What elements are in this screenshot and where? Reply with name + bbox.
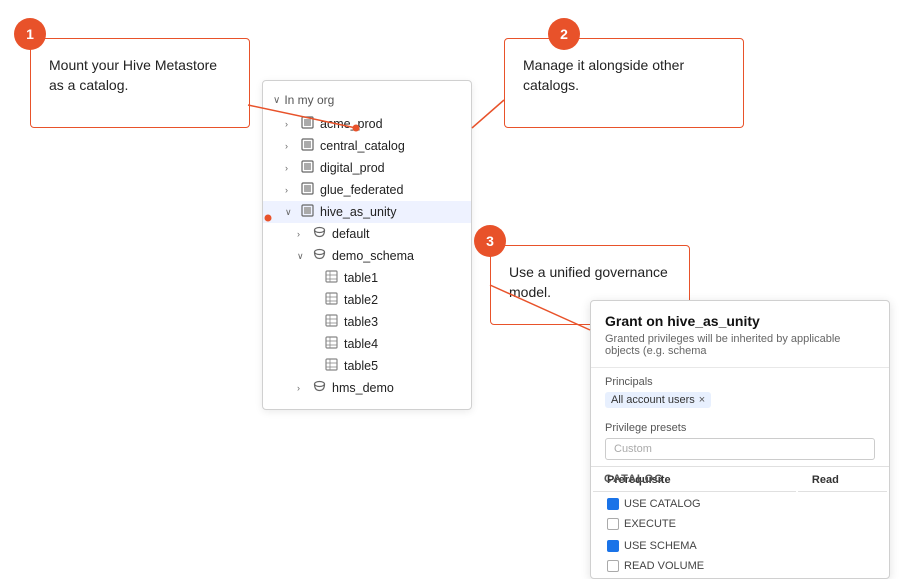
step-3-text: Use a unified governance model.: [509, 262, 671, 303]
principals-tag[interactable]: All account users ×: [605, 392, 711, 408]
tree-icon: [325, 292, 338, 308]
tree-icon: [325, 270, 338, 286]
read-cell: READ VOLUME: [593, 556, 796, 576]
prereq-label: USE CATALOG: [624, 498, 701, 510]
step-1-text: Mount your Hive Metastore as a catalog.: [49, 55, 231, 96]
tree-item-table4[interactable]: table4: [263, 333, 471, 355]
tree-icon: [301, 160, 314, 176]
principals-label: Principals: [605, 376, 875, 388]
tree-label: glue_federated: [320, 183, 403, 197]
tree-item-table5[interactable]: table5: [263, 355, 471, 377]
tree-arrow: ›: [297, 229, 309, 239]
principals-section: Principals All account users ×: [591, 368, 889, 414]
step-3-circle: 3: [474, 225, 506, 257]
tree-item-acme_prod[interactable]: › acme_prod: [263, 113, 471, 135]
tree-arrow: ∨: [297, 251, 309, 262]
tree-item-hms_demo[interactable]: › hms_demo: [263, 377, 471, 399]
tree-item-digital_prod[interactable]: › digital_prod: [263, 157, 471, 179]
tree-header: ∨ In my org: [263, 91, 471, 113]
tree-label: table3: [344, 315, 378, 329]
step-2-circle: 2: [548, 18, 580, 50]
tree-label: central_catalog: [320, 139, 405, 153]
tree-icon: [325, 358, 338, 374]
step-2-text: Manage it alongside other catalogs.: [523, 55, 725, 96]
step-1-circle: 1: [14, 18, 46, 50]
tree-icon: [313, 380, 326, 396]
read-label: READ VOLUME: [624, 560, 704, 572]
tree-icon: [301, 204, 314, 220]
tree-icon: [301, 116, 314, 132]
principals-tag-remove[interactable]: ×: [699, 394, 705, 406]
tree-arrow: ›: [285, 141, 297, 151]
tree-item-table3[interactable]: table3: [263, 311, 471, 333]
tree-label: table5: [344, 359, 378, 373]
tree-item-glue_federated[interactable]: › glue_federated: [263, 179, 471, 201]
read-label: EXECUTE: [624, 518, 676, 530]
col-read: Read: [798, 469, 887, 492]
tree-label: acme_prod: [320, 117, 383, 131]
step-1-label: 1: [26, 26, 34, 42]
tree-header-label: In my org: [284, 93, 334, 107]
tree-item-table2[interactable]: table2: [263, 289, 471, 311]
tree-icon: [301, 182, 314, 198]
tree-item-hive_as_unity[interactable]: ∨ hive_as_unity: [263, 201, 471, 223]
tree-arrow: ∨: [285, 207, 297, 218]
privilege-section: Privilege presets Custom: [591, 414, 889, 466]
tree-arrow: ›: [297, 383, 309, 393]
tree-arrow: ›: [285, 185, 297, 195]
tree-label: default: [332, 227, 370, 241]
tree-icon: [325, 314, 338, 330]
privilege-label: Privilege presets: [605, 422, 875, 434]
step-3-label: 3: [486, 233, 494, 249]
tree-item-demo_schema[interactable]: ∨ demo_schema: [263, 245, 471, 267]
catalog-label: CATALOG: [604, 473, 664, 485]
tree-item-table1[interactable]: table1: [263, 267, 471, 289]
tree-label: digital_prod: [320, 161, 385, 175]
tree-arrow: ›: [285, 119, 297, 129]
tree-label: table4: [344, 337, 378, 351]
step-1-box: Mount your Hive Metastore as a catalog.: [30, 38, 250, 128]
read-cell: EXECUTE: [593, 514, 796, 534]
prereq-checkbox[interactable]: [607, 540, 619, 552]
grant-table-row: USE CATALOG EXECUTE: [593, 494, 887, 534]
tree-item-central_catalog[interactable]: › central_catalog: [263, 135, 471, 157]
grant-table-row: USE SCHEMA READ VOLUME: [593, 536, 887, 576]
grant-dialog: Grant on hive_as_unity Granted privilege…: [590, 300, 890, 579]
step-2-label: 2: [560, 26, 568, 42]
tree-label: table1: [344, 271, 378, 285]
read-checkbox[interactable]: [607, 560, 619, 572]
prereq-label: USE SCHEMA: [624, 540, 697, 552]
tree-icon: [301, 138, 314, 154]
catalog-tree-panel: ∨ In my org › acme_prod › central_catalog › d…: [262, 80, 472, 410]
tree-label: table2: [344, 293, 378, 307]
tree-label: hive_as_unity: [320, 205, 396, 219]
prereq-cell: USE CATALOG: [593, 494, 796, 514]
privilege-input[interactable]: Custom: [605, 438, 875, 460]
grant-dialog-subtitle: Granted privileges will be inherited by …: [591, 333, 889, 368]
read-checkbox[interactable]: [607, 518, 619, 530]
tree-arrow: ›: [285, 163, 297, 173]
principals-tag-text: All account users: [611, 394, 695, 406]
prereq-checkbox[interactable]: [607, 498, 619, 510]
tree-label: demo_schema: [332, 249, 414, 263]
tree-icon: [313, 248, 326, 264]
tree-icon: [325, 336, 338, 352]
tree-item-default[interactable]: › default: [263, 223, 471, 245]
prereq-cell: USE SCHEMA: [593, 536, 796, 556]
step-2-box: Manage it alongside other catalogs.: [504, 38, 744, 128]
tree-icon: [313, 226, 326, 242]
grant-dialog-title: Grant on hive_as_unity: [591, 301, 889, 333]
tree-label: hms_demo: [332, 381, 394, 395]
